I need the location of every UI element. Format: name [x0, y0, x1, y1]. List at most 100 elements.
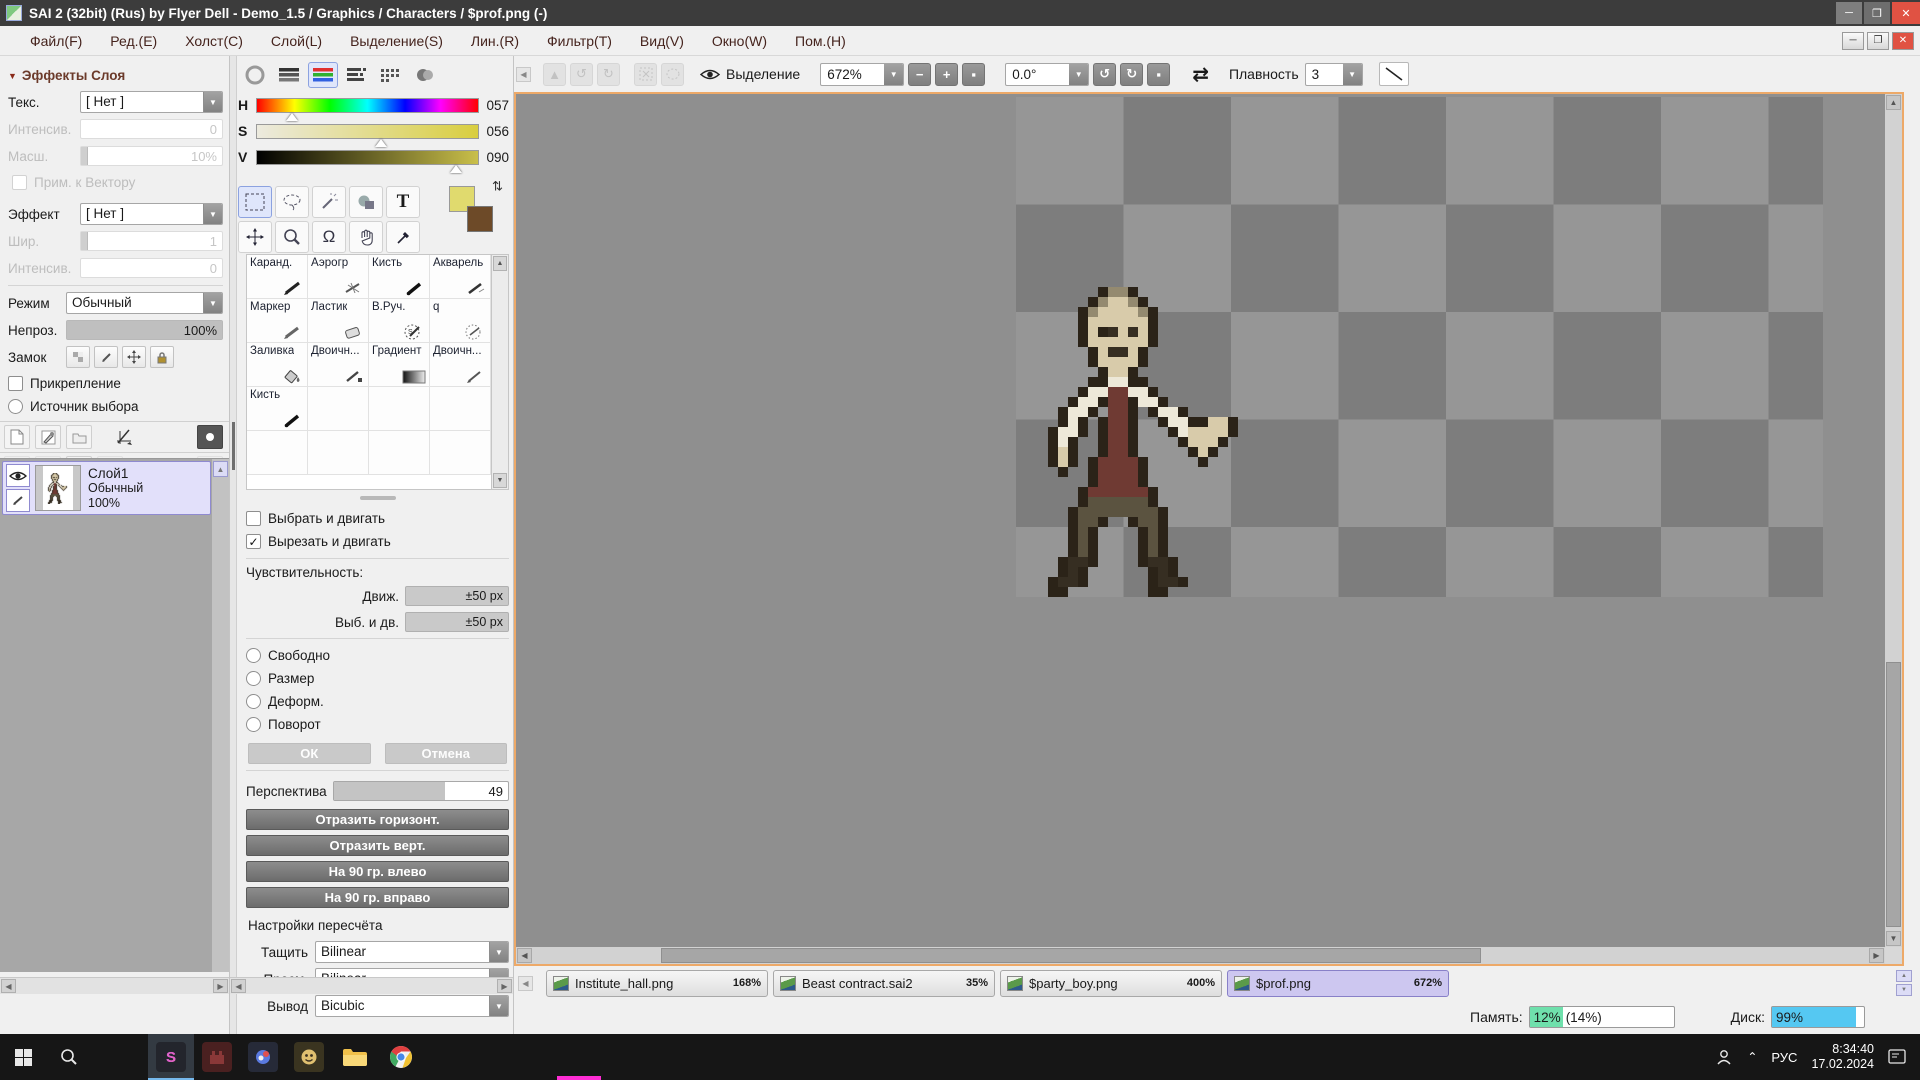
ruler-pen-icon[interactable]	[111, 425, 137, 449]
menu-file[interactable]: Файл(F)	[16, 29, 96, 53]
doc-minimize-icon[interactable]: ─	[1842, 32, 1864, 50]
brush-eraser[interactable]: Ластик	[308, 299, 369, 343]
brush-brush2[interactable]: Кисть	[247, 387, 308, 431]
zoom-reset-button[interactable]: ▪	[962, 63, 985, 86]
scroll-down-icon[interactable]: ▼	[493, 473, 507, 488]
layer-visibility-eye-icon[interactable]	[6, 464, 30, 487]
drag-handle[interactable]	[360, 496, 396, 500]
brush-empty[interactable]	[369, 431, 430, 475]
menu-selection[interactable]: Выделение(S)	[336, 29, 457, 53]
rotate-radio[interactable]	[246, 717, 261, 732]
search-button[interactable]	[46, 1034, 92, 1080]
taskbar-app2-icon[interactable]	[194, 1034, 240, 1080]
notification-center-icon[interactable]	[1888, 1049, 1906, 1065]
hand-tool[interactable]	[349, 221, 383, 253]
magic-wand-tool[interactable]	[312, 186, 346, 218]
canvas-image[interactable]	[1016, 97, 1823, 597]
layers-scrollbar[interactable]: ▲	[212, 459, 229, 972]
angle-select[interactable]: 0.0° ▼	[1005, 63, 1089, 86]
brush-binary1[interactable]: Двоичн...	[308, 343, 369, 387]
slider-marker-icon[interactable]	[450, 165, 462, 173]
brush-airbrush[interactable]: Аэрогр	[308, 255, 369, 299]
smoothness-select[interactable]: 3 ▼	[1305, 63, 1363, 86]
taskbar-app4-icon[interactable]	[286, 1034, 332, 1080]
brush-gradient[interactable]: Градиент	[369, 343, 430, 387]
tab-prof[interactable]: $prof.png 672%	[1227, 970, 1449, 997]
rgb-sliders-icon[interactable]	[308, 62, 338, 88]
start-button[interactable]	[0, 1034, 46, 1080]
rotate-cw-button[interactable]: ↻	[1120, 63, 1143, 86]
hscroll-thumb[interactable]	[661, 948, 1481, 963]
apply-to-vector-checkbox[interactable]	[12, 175, 27, 190]
scroll-up-icon[interactable]: ▲	[493, 256, 507, 271]
menu-window[interactable]: Окно(W)	[698, 29, 781, 53]
saturation-slider[interactable]	[256, 124, 479, 139]
blend-mode-select[interactable]: Обычный ▼	[66, 292, 223, 314]
chevron-down-icon[interactable]: ▼	[884, 64, 903, 85]
move-tool[interactable]	[238, 221, 272, 253]
rotate-reset-button[interactable]: ▪	[1147, 63, 1170, 86]
texture-select[interactable]: [ Нет ] ▼	[80, 91, 223, 113]
zoom-out-button[interactable]: −	[908, 63, 931, 86]
menu-view[interactable]: Вид(V)	[626, 29, 698, 53]
brush-binary2[interactable]: Двоичн...	[430, 343, 491, 387]
tab-beast-contract[interactable]: Beast contract.sai2 35%	[773, 970, 995, 997]
new-folder-icon[interactable]	[66, 425, 92, 449]
brush-empty[interactable]	[247, 431, 308, 475]
scroll-up-icon[interactable]: ▲	[543, 63, 566, 86]
layer-row[interactable]: Слой1 Обычный 100%	[2, 461, 211, 515]
lasso-tool[interactable]	[275, 186, 309, 218]
chevron-down-icon[interactable]: ▼	[1343, 64, 1362, 85]
selection-eye-icon[interactable]	[700, 68, 720, 81]
mixer-sliders-icon[interactable]	[342, 62, 372, 88]
tab-institute-hall[interactable]: Institute_hall.png 168%	[546, 970, 768, 997]
rect-select-tool[interactable]	[238, 186, 272, 218]
scroll-left-icon[interactable]: ◀	[1, 979, 16, 993]
ok-button[interactable]: ОК	[248, 743, 371, 764]
deselect-icon[interactable]	[634, 63, 657, 86]
panel-collapse-icon[interactable]: ◀	[516, 67, 531, 82]
redo-icon[interactable]: ↻	[597, 63, 620, 86]
effect-select[interactable]: [ Нет ] ▼	[80, 203, 223, 225]
rotate-90-left-button[interactable]: На 90 гр. влево	[246, 861, 509, 882]
chevron-down-icon[interactable]: ▼	[203, 293, 222, 313]
taskbar-chrome-icon[interactable]	[378, 1034, 424, 1080]
tabs-scroll-left-icon[interactable]: ◀	[518, 976, 533, 991]
select-move-sensitivity-field[interactable]: ±50 px	[405, 612, 509, 632]
flip-view-icon[interactable]: ⇄	[1192, 62, 1209, 87]
output-resample-select[interactable]: Bicubic ▼	[315, 995, 509, 1017]
opacity-slider[interactable]: 100%	[66, 320, 223, 340]
value-slider[interactable]	[256, 150, 479, 165]
hue-slider[interactable]	[256, 98, 479, 113]
tools-panel-hscroll[interactable]: ◀ ▶	[230, 977, 513, 994]
layer-effects-header[interactable]: ▼ Эффекты Слоя	[8, 68, 223, 83]
chevron-down-icon[interactable]: ▼	[203, 204, 222, 224]
perspective-slider[interactable]: 49	[333, 781, 509, 801]
menu-help[interactable]: Пом.(H)	[781, 29, 860, 53]
secondary-color-swatch[interactable]	[467, 206, 493, 232]
scroll-left-icon[interactable]: ◀	[517, 948, 532, 963]
menu-line[interactable]: Лин.(R)	[457, 29, 533, 53]
chevron-down-icon[interactable]: ▼	[489, 942, 508, 962]
brush-empty[interactable]	[430, 387, 491, 431]
brush-empty[interactable]	[430, 431, 491, 475]
menu-edit[interactable]: Ред.(E)	[96, 29, 171, 53]
line-preview-icon[interactable]	[1379, 62, 1409, 86]
panel-splitter[interactable]	[230, 56, 237, 1034]
new-vector-layer-icon[interactable]	[35, 425, 61, 449]
shape-select-tool[interactable]	[349, 186, 383, 218]
taskbar-sai-icon[interactable]: S	[148, 1034, 194, 1080]
canvas-viewport[interactable]	[516, 94, 1885, 947]
layer-panel-hscroll[interactable]: ◀ ▶	[0, 977, 229, 994]
scroll-right-icon[interactable]: ▶	[1869, 948, 1884, 963]
people-icon[interactable]	[1715, 1049, 1733, 1065]
scroll-left-icon[interactable]: ◀	[231, 979, 246, 993]
brush-brush[interactable]: Кисть	[369, 255, 430, 299]
taskbar-folder-icon[interactable]	[332, 1034, 378, 1080]
tabs-up-icon[interactable]: ▲	[1896, 970, 1912, 982]
undo-icon[interactable]: ↺	[570, 63, 593, 86]
vertical-scrollbar[interactable]: ▲ ▼	[1885, 94, 1902, 947]
doc-close-icon[interactable]: ✕	[1892, 32, 1914, 50]
lock-pencil-icon[interactable]	[94, 346, 118, 368]
taskbar-clock[interactable]: 8:34:40 17.02.2024	[1811, 1042, 1874, 1072]
